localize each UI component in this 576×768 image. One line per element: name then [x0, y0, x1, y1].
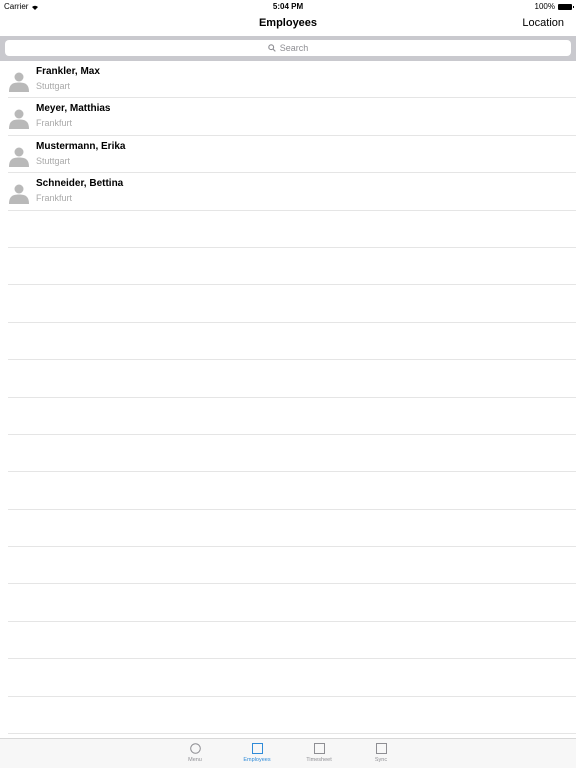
empty-row	[8, 211, 576, 248]
empty-row	[8, 360, 576, 398]
tab-sync[interactable]: Sync	[356, 743, 406, 763]
search-placeholder: Search	[279, 43, 309, 53]
location-button[interactable]: Location	[522, 17, 564, 29]
square-icon	[313, 743, 325, 754]
status-bar: Carrier 5:04 PM 100%	[0, 0, 576, 13]
employee-name: Mustermann, Erika	[36, 140, 126, 152]
search-input[interactable]: Search	[5, 40, 571, 56]
empty-row	[8, 323, 576, 361]
tab-label: Timesheet	[306, 757, 332, 763]
battery-indicator: 100%	[534, 2, 574, 11]
list-item[interactable]: Frankler, Max Stuttgart	[8, 61, 576, 99]
empty-row	[8, 547, 576, 585]
empty-row	[8, 584, 576, 622]
empty-row	[8, 622, 576, 660]
employee-name: Frankler, Max	[36, 66, 100, 77]
circle-icon	[189, 743, 201, 754]
empty-row	[8, 248, 576, 286]
person-icon	[9, 147, 29, 167]
employee-name: Schneider, Bettina	[36, 178, 124, 190]
tab-label: Employees	[243, 757, 271, 763]
person-icon	[9, 184, 29, 205]
list-item[interactable]: Meyer, Matthias Frankfurt	[8, 98, 576, 136]
search-icon	[267, 44, 276, 52]
empty-row	[8, 472, 576, 510]
empty-row	[8, 398, 576, 435]
battery-percent: 100%	[534, 2, 555, 11]
empty-row	[8, 435, 576, 473]
empty-row	[8, 697, 576, 735]
square-icon	[251, 743, 263, 754]
person-icon	[9, 72, 29, 92]
employee-city: Frankfurt	[36, 118, 73, 129]
employee-city: Stuttgart	[36, 81, 71, 91]
employee-city: Frankfurt	[36, 193, 73, 204]
tab-bar: Menu Employees Timesheet Sync	[0, 738, 576, 768]
empty-row	[8, 285, 576, 323]
tab-label: Menu	[188, 757, 202, 763]
tab-menu[interactable]: Menu	[170, 743, 220, 763]
tab-timesheet[interactable]: Timesheet	[294, 743, 344, 763]
navigation-bar: Employees Location	[0, 13, 576, 36]
empty-row	[8, 659, 576, 697]
employee-name: Meyer, Matthias	[36, 103, 111, 115]
search-bar: Search	[0, 36, 576, 61]
person-icon	[9, 109, 29, 130]
list-item[interactable]: Mustermann, Erika Stuttgart	[8, 136, 576, 174]
employee-list: Frankler, Max Stuttgart Meyer, Matthias Fra…	[0, 61, 576, 735]
battery-icon	[558, 3, 574, 10]
empty-row	[8, 510, 576, 548]
page-title: Employees	[258, 17, 318, 29]
employee-city: Stuttgart	[36, 155, 71, 166]
list-item[interactable]: Schneider, Bettina Frankfurt	[8, 173, 576, 211]
tab-label: Sync	[374, 757, 388, 763]
status-time: 5:04 PM	[272, 2, 304, 11]
square-icon	[375, 743, 387, 754]
tab-employees[interactable]: Employees	[232, 743, 282, 763]
